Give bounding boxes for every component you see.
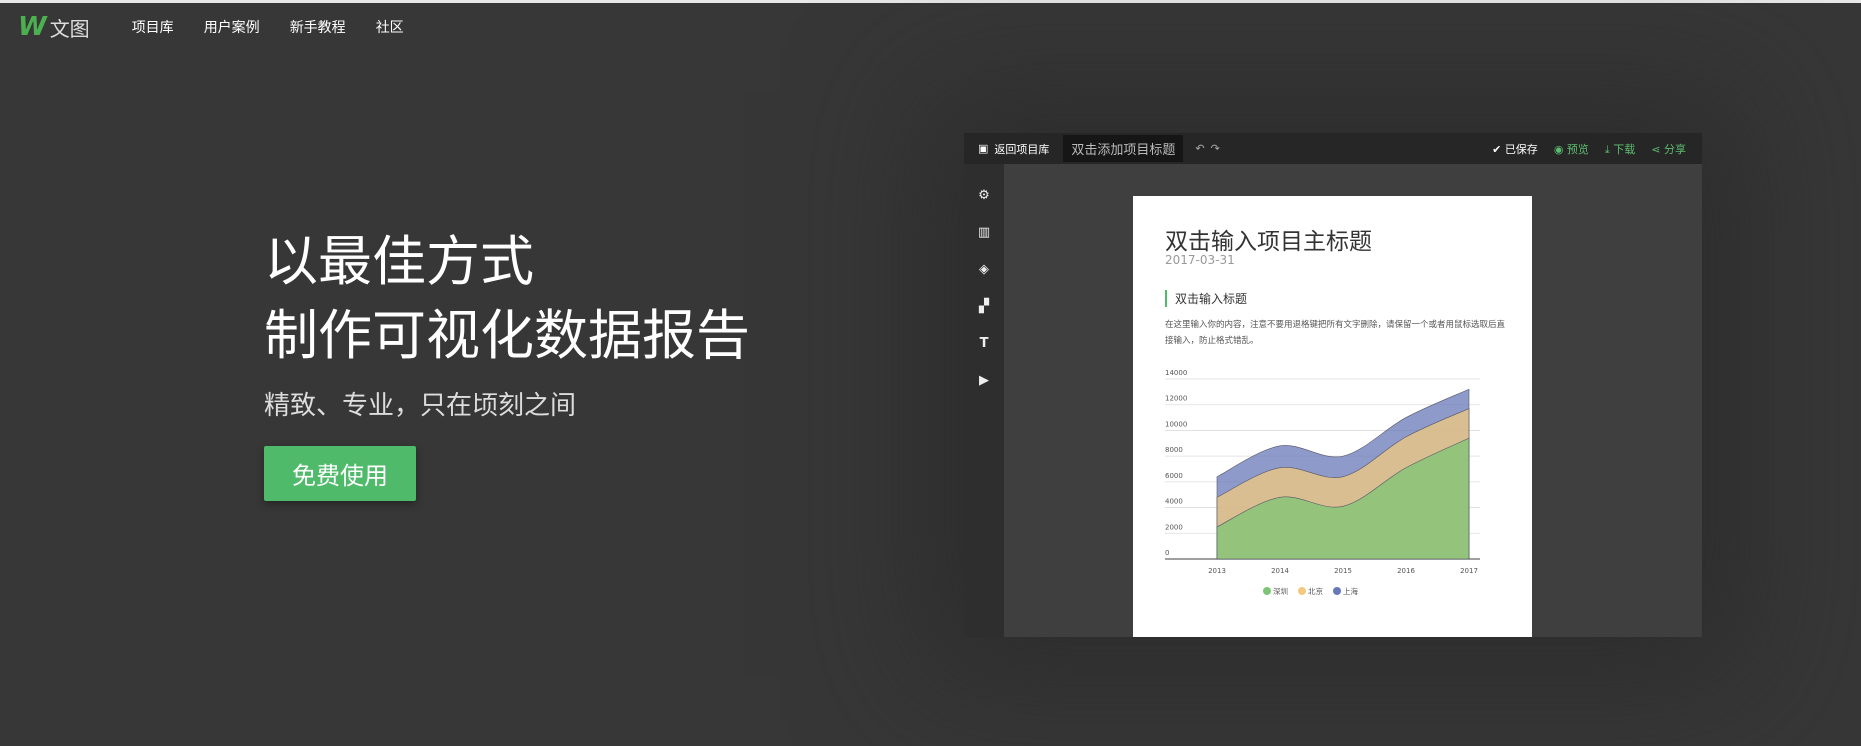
share-icon: ⋖ [1651, 142, 1664, 156]
legend-label: 北京 [1308, 586, 1324, 596]
report-title[interactable]: 双击输入项目主标题 [1165, 222, 1372, 256]
y-tick-label: 8000 [1165, 446, 1183, 454]
share-label: 分享 [1664, 142, 1686, 156]
inbox-icon: ▣ [978, 142, 989, 155]
saved-status: ✔ 已保存 [1492, 141, 1538, 157]
editor-preview: ▣ 返回项目库 双击添加项目标题 ↶ ↷ ✔ 已保存 ◉ 预览 ⤓ 下载 ⋖ 分… [964, 133, 1702, 637]
legend-label: 上海 [1343, 586, 1359, 596]
shapes-icon[interactable]: ▞ [979, 299, 989, 314]
legend-marker [1263, 587, 1271, 595]
report-date: 2017-03-31 [1165, 253, 1235, 267]
logo-icon: W [18, 12, 47, 42]
editor-sidebar: ⚙ ▥ ◈ ▞ T ▶ [964, 164, 1004, 637]
y-tick-label: 14000 [1165, 369, 1187, 377]
report-page: 双击输入项目主标题 2017-03-31 双击输入标题 在这里输入你的内容，注意… [1133, 196, 1532, 637]
y-tick-label: 10000 [1165, 420, 1187, 428]
share-button[interactable]: ⋖ 分享 [1651, 141, 1686, 157]
eye-icon: ◉ [1553, 142, 1567, 156]
nav-community[interactable]: 社区 [376, 17, 404, 37]
y-tick-label: 0 [1165, 549, 1169, 557]
top-nav: W 文图 项目库 用户案例 新手教程 社区 [0, 3, 1861, 51]
x-tick-label: 2016 [1397, 567, 1415, 575]
download-label: 下载 [1613, 142, 1636, 156]
legend-label: 深圳 [1273, 586, 1288, 596]
y-tick-label: 12000 [1165, 395, 1187, 403]
download-button[interactable]: ⤓ 下载 [1605, 141, 1635, 157]
logo-text: 文图 [49, 16, 90, 41]
gear-icon[interactable]: ⚙ [978, 188, 990, 203]
hero-subtitle: 精致、专业，只在顷刻之间 [264, 391, 577, 421]
y-tick-label: 6000 [1165, 472, 1183, 480]
preview-button[interactable]: ◉ 预览 [1554, 141, 1589, 157]
video-icon[interactable]: ▶ [979, 373, 989, 388]
legend-marker [1298, 587, 1306, 595]
project-title-input[interactable]: 双击添加项目标题 [1063, 135, 1184, 162]
redo-icon[interactable]: ↷ [1211, 142, 1220, 155]
map-icon[interactable]: ◈ [979, 262, 989, 277]
hero-title-line1: 以最佳方式 [264, 230, 534, 293]
paragraph[interactable]: 在这里输入你的内容，注意不要用退格键把所有文字删除，请保留一个或者用鼠标选取后直… [1165, 317, 1505, 349]
legend-marker [1333, 587, 1341, 595]
preview-label: 预览 [1566, 142, 1589, 156]
undo-icon[interactable]: ↶ [1195, 142, 1204, 155]
nav-cases[interactable]: 用户案例 [204, 17, 260, 37]
x-tick-label: 2017 [1460, 567, 1478, 575]
editor-toolbar: ▣ 返回项目库 双击添加项目标题 ↶ ↷ ✔ 已保存 ◉ 预览 ⤓ 下载 ⋖ 分… [964, 133, 1702, 164]
bar-chart-icon[interactable]: ▥ [978, 225, 990, 240]
hero: 以最佳方式 制作可视化数据报告 精致、专业，只在顷刻之间 免费使用 [264, 225, 750, 501]
logo[interactable]: W 文图 [18, 12, 90, 42]
nav-projects[interactable]: 项目库 [132, 17, 174, 37]
y-tick-label: 4000 [1165, 498, 1183, 506]
free-use-button[interactable]: 免费使用 [264, 446, 416, 501]
section-heading[interactable]: 双击输入标题 [1165, 290, 1247, 307]
text-icon[interactable]: T [980, 336, 989, 351]
nav-tutorial[interactable]: 新手教程 [290, 17, 346, 37]
x-tick-label: 2014 [1271, 567, 1289, 575]
x-tick-label: 2015 [1334, 567, 1352, 575]
area-chart: 0 2000 4000 6000 8000 10000 12000 14000 2013 2014… [1165, 369, 1480, 596]
saved-label: 已保存 [1504, 142, 1538, 156]
x-tick-label: 2013 [1208, 567, 1226, 575]
hero-title-line2: 制作可视化数据报告 [264, 304, 750, 367]
back-to-projects-button[interactable]: 返回项目库 [994, 141, 1049, 157]
check-icon: ✔ [1492, 142, 1505, 156]
y-tick-label: 2000 [1165, 523, 1183, 531]
